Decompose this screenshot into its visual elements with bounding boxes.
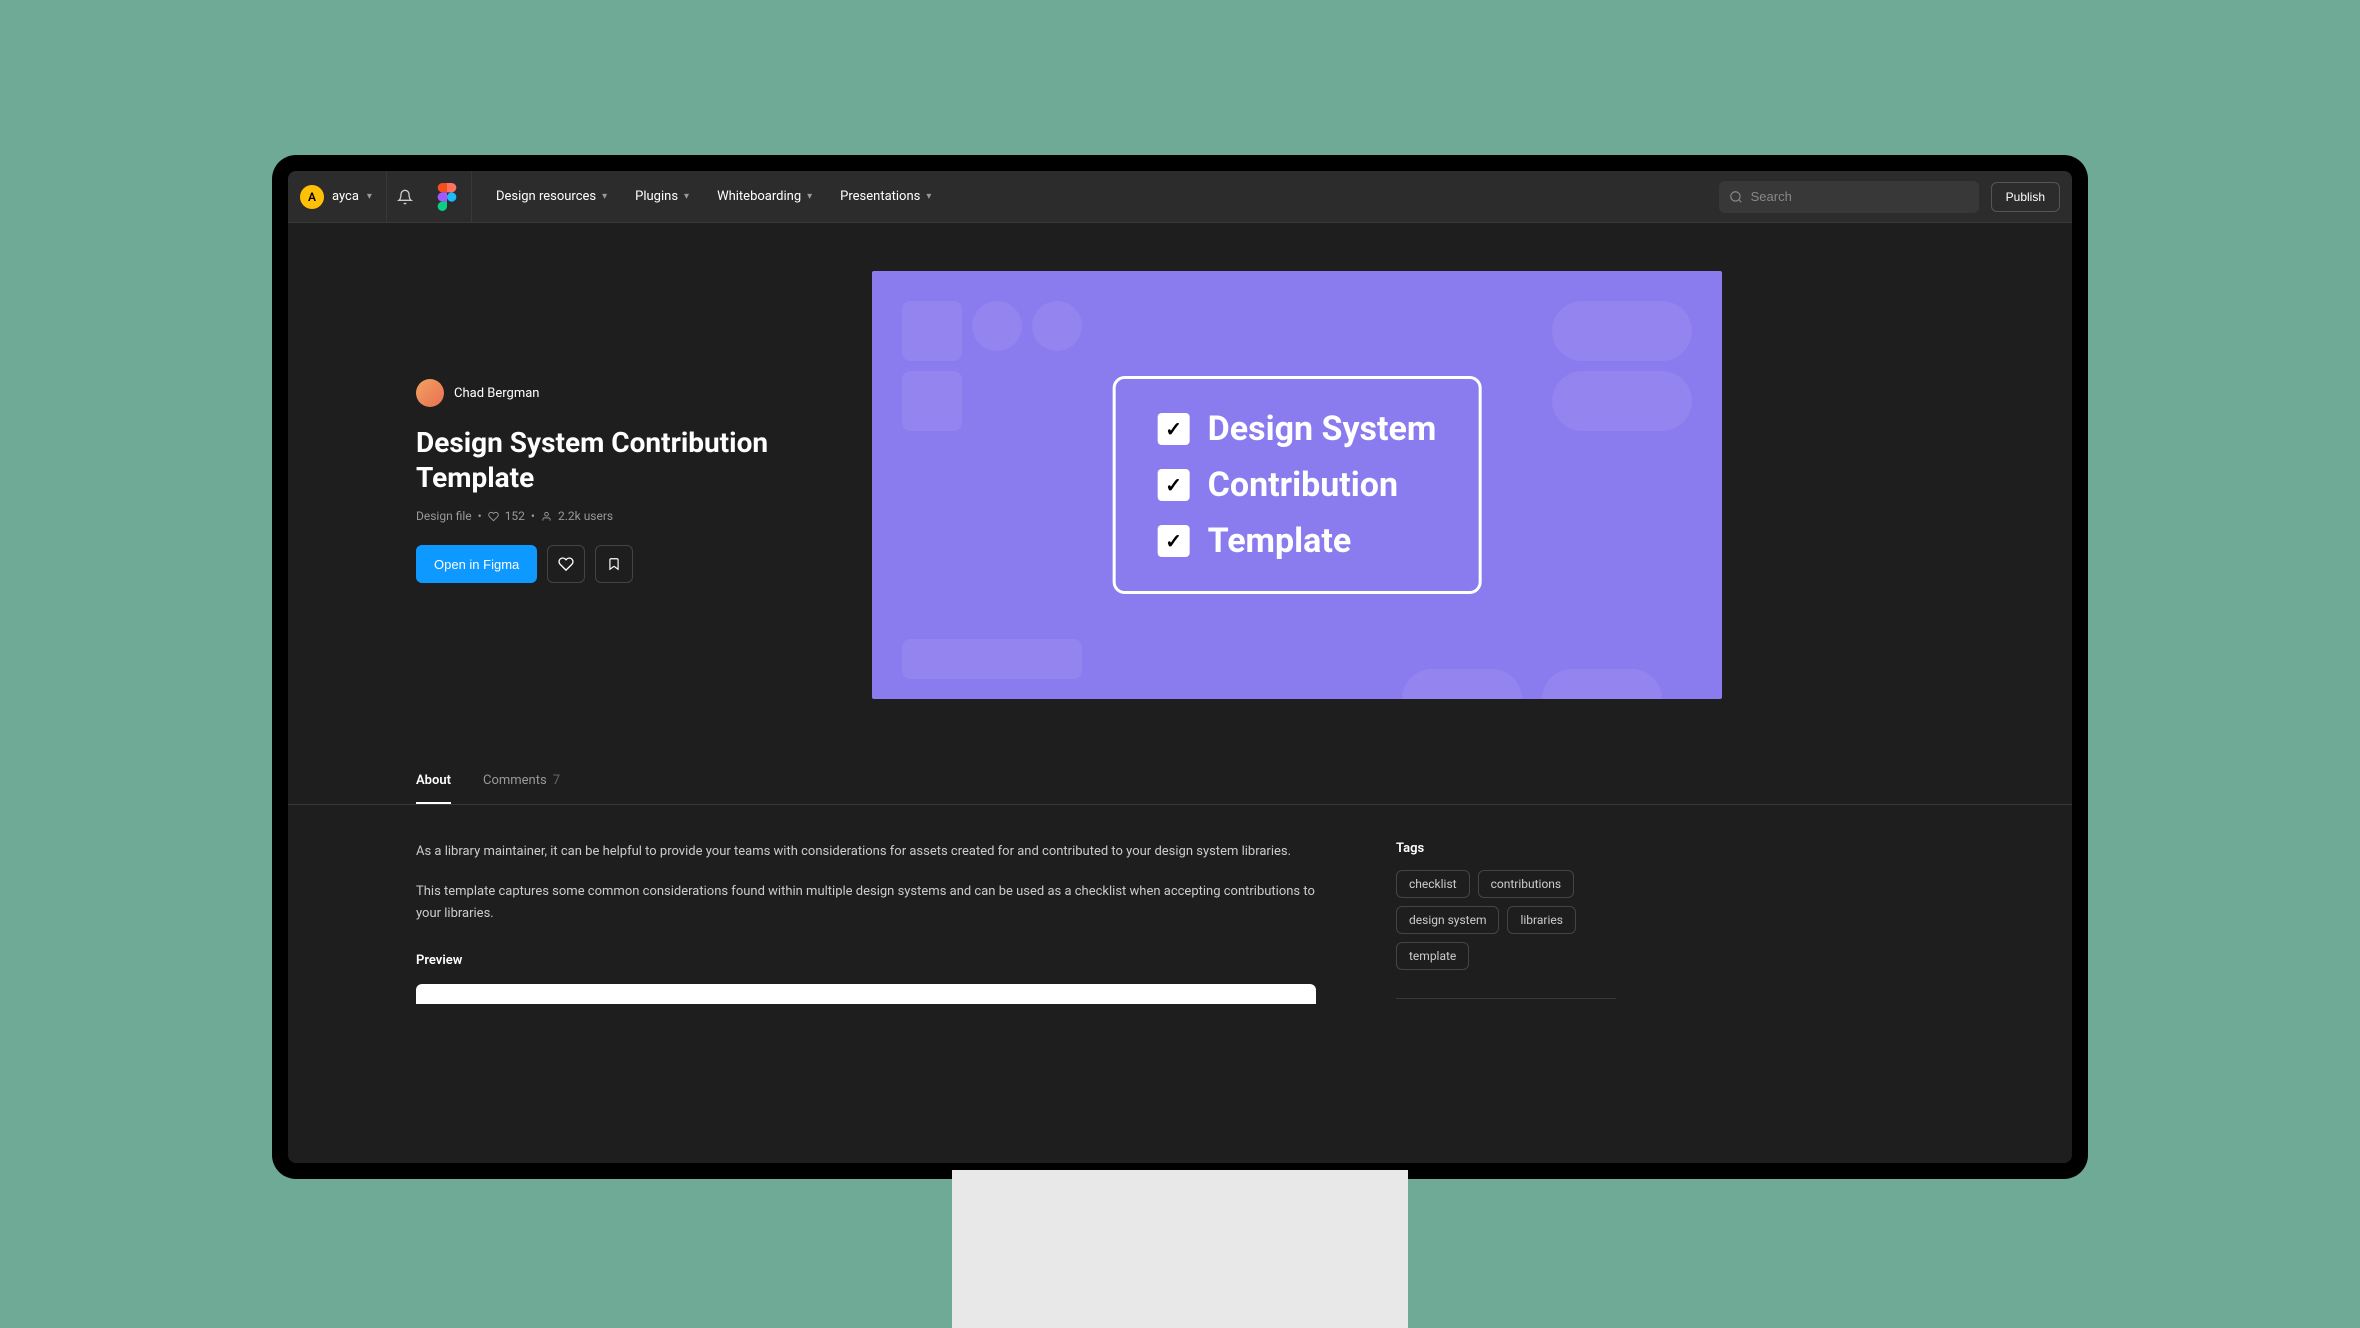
meta-row: Design file • 152 • 2.2k users (416, 509, 816, 523)
monitor-stand (952, 1170, 1408, 1328)
nav-link-label: Presentations (840, 189, 920, 204)
tags-list: checklist contributions design system li… (1396, 870, 1616, 970)
heart-icon (558, 556, 574, 572)
tab-label: About (416, 773, 451, 788)
tab-about[interactable]: About (416, 759, 451, 804)
tag-contributions[interactable]: contributions (1478, 870, 1575, 898)
action-row: Open in Figma (416, 545, 816, 583)
publish-button[interactable]: Publish (1991, 182, 2060, 212)
chevron-down-icon: ▾ (367, 191, 372, 202)
nav-design-resources[interactable]: Design resources ▾ (496, 189, 607, 204)
bookmark-button[interactable] (595, 545, 633, 583)
cover-text: Design System (1208, 409, 1437, 449)
users-icon (541, 511, 552, 522)
hero-section: Chad Bergman Design System Contribution … (288, 223, 2072, 699)
cover-card: ✓ Design System ✓ Contribution ✓ Templat… (1113, 376, 1482, 594)
chevron-down-icon: ▾ (926, 191, 931, 202)
hero-cover: ✓ Design System ✓ Contribution ✓ Templat… (872, 271, 1944, 699)
search-input[interactable] (1751, 189, 1969, 204)
profile-menu[interactable]: A ayca ▾ (300, 171, 387, 222)
likes-count: 152 (505, 509, 525, 523)
chevron-down-icon: ▾ (684, 191, 689, 202)
nav-plugins[interactable]: Plugins ▾ (635, 189, 689, 204)
tab-label: Comments (483, 773, 547, 788)
tag-design-system[interactable]: design system (1396, 906, 1499, 934)
author-row[interactable]: Chad Bergman (416, 379, 816, 407)
chevron-down-icon: ▾ (807, 191, 812, 202)
app-screen: A ayca ▾ Design resources ▾ (288, 171, 2072, 1163)
search-icon (1729, 190, 1743, 204)
heart-icon (488, 511, 499, 522)
checkmark-icon: ✓ (1158, 413, 1190, 445)
tags-heading: Tags (1396, 841, 1616, 856)
like-button[interactable] (547, 545, 585, 583)
tabs-bar: About Comments 7 (288, 759, 2072, 805)
hero-info: Chad Bergman Design System Contribution … (416, 271, 816, 699)
preview-embed[interactable] (416, 984, 1316, 1004)
notifications-button[interactable] (387, 179, 423, 215)
open-in-figma-button[interactable]: Open in Figma (416, 545, 537, 583)
checkmark-icon: ✓ (1158, 469, 1190, 501)
top-navigation: A ayca ▾ Design resources ▾ (288, 171, 2072, 223)
separator: • (478, 509, 482, 523)
logo-section[interactable] (423, 171, 472, 222)
tag-libraries[interactable]: libraries (1507, 906, 1575, 934)
cover-text: Contribution (1208, 465, 1398, 505)
cover-text: Template (1208, 521, 1352, 561)
search-box[interactable] (1719, 181, 1979, 213)
author-name: Chad Bergman (454, 386, 539, 401)
sidebar-divider (1396, 998, 1616, 999)
cover-image[interactable]: ✓ Design System ✓ Contribution ✓ Templat… (872, 271, 1722, 699)
chevron-down-icon: ▾ (602, 191, 607, 202)
tag-checklist[interactable]: checklist (1396, 870, 1470, 898)
nav-presentations[interactable]: Presentations ▾ (840, 189, 931, 204)
author-avatar (416, 379, 444, 407)
nav-links: Design resources ▾ Plugins ▾ Whiteboardi… (472, 189, 931, 204)
nav-whiteboarding[interactable]: Whiteboarding ▾ (717, 189, 812, 204)
monitor-frame: A ayca ▾ Design resources ▾ (272, 155, 2088, 1179)
user-avatar: A (300, 185, 324, 209)
tag-template[interactable]: template (1396, 942, 1469, 970)
users-count: 2.2k users (558, 509, 613, 523)
bell-icon (397, 189, 413, 205)
nav-link-label: Design resources (496, 189, 596, 204)
figma-logo-icon (437, 183, 457, 211)
description-paragraph: As a library maintainer, it can be helpf… (416, 841, 1316, 863)
checkmark-icon: ✓ (1158, 525, 1190, 557)
cover-line-2: ✓ Contribution (1158, 465, 1437, 505)
comments-count: 7 (553, 773, 560, 788)
nav-link-label: Plugins (635, 189, 678, 204)
content-main: As a library maintainer, it can be helpf… (416, 841, 1316, 1004)
sidebar: Tags checklist contributions design syst… (1396, 841, 1616, 1004)
username-label: ayca (332, 189, 359, 204)
separator: • (531, 509, 535, 523)
cover-line-3: ✓ Template (1158, 521, 1437, 561)
content-area: As a library maintainer, it can be helpf… (288, 805, 2072, 1040)
tab-comments[interactable]: Comments 7 (483, 759, 560, 804)
nav-link-label: Whiteboarding (717, 189, 801, 204)
file-type-label: Design file (416, 509, 472, 523)
bookmark-icon (607, 556, 621, 572)
preview-heading: Preview (416, 953, 1316, 968)
cover-line-1: ✓ Design System (1158, 409, 1437, 449)
description-paragraph: This template captures some common consi… (416, 881, 1316, 925)
page-title: Design System Contribution Template (416, 425, 816, 495)
